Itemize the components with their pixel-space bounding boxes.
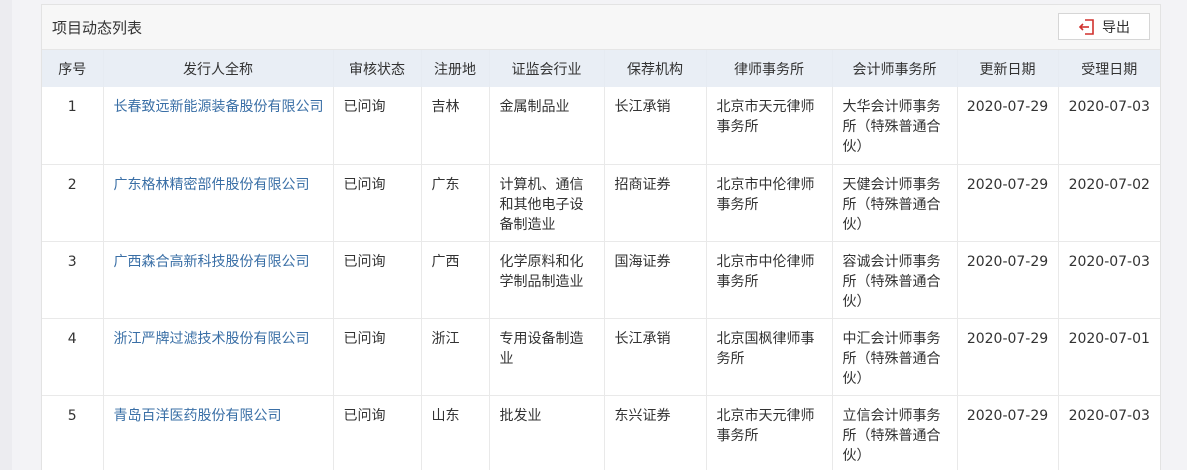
cell-industry: 化学原料和化学制品制造业 bbox=[489, 241, 605, 319]
col-header-law-firm[interactable]: 律师事务所 bbox=[706, 50, 833, 87]
cell-index: 1 bbox=[42, 87, 104, 165]
issuer-link[interactable]: 青岛百洋医药股份有限公司 bbox=[114, 408, 282, 424]
cell-industry: 计算机、通信和其他电子设备制造业 bbox=[489, 164, 605, 242]
table-row: 3 广西森合高新科技股份有限公司 已问询 广西 化学原料和化学制品制造业 国海证… bbox=[42, 241, 1160, 319]
cell-status: 已问询 bbox=[333, 164, 422, 242]
project-list-panel: 项目动态列表 导出 序号 发行人全称 审核状态 注册地 证监会行业 保荐机构 律… bbox=[41, 4, 1161, 470]
issuer-link[interactable]: 浙江严牌过滤技术股份有限公司 bbox=[114, 331, 310, 347]
cell-sponsor: 招商证券 bbox=[604, 164, 707, 242]
sidebar-strip bbox=[0, 0, 12, 470]
cell-issuer: 青岛百洋医药股份有限公司 bbox=[103, 395, 334, 470]
cell-updated-date: 2020-07-29 bbox=[957, 318, 1059, 396]
cell-sponsor: 东兴证券 bbox=[604, 395, 707, 470]
cell-accounting-firm: 天健会计师事务所（特殊普通合伙） bbox=[832, 164, 958, 242]
cell-issuer: 广西森合高新科技股份有限公司 bbox=[103, 241, 334, 319]
cell-accounting-firm: 立信会计师事务所（特殊普通合伙） bbox=[832, 395, 958, 470]
cell-updated-date: 2020-07-29 bbox=[957, 87, 1059, 165]
table-header-row: 序号 发行人全称 审核状态 注册地 证监会行业 保荐机构 律师事务所 会计师事务… bbox=[42, 50, 1160, 87]
cell-accepted-date: 2020-07-03 bbox=[1058, 87, 1160, 165]
cell-industry: 专用设备制造业 bbox=[489, 318, 605, 396]
export-icon bbox=[1078, 18, 1096, 36]
cell-industry: 批发业 bbox=[489, 395, 605, 470]
cell-sponsor: 国海证券 bbox=[604, 241, 707, 319]
cell-accepted-date: 2020-07-03 bbox=[1058, 395, 1160, 470]
cell-index: 3 bbox=[42, 241, 104, 319]
col-header-index[interactable]: 序号 bbox=[42, 50, 104, 87]
col-header-updated-date[interactable]: 更新日期 bbox=[957, 50, 1059, 87]
col-header-region[interactable]: 注册地 bbox=[421, 50, 490, 87]
col-header-issuer[interactable]: 发行人全称 bbox=[103, 50, 334, 87]
cell-index: 4 bbox=[42, 318, 104, 396]
cell-law-firm: 北京国枫律师事务所 bbox=[706, 318, 833, 396]
cell-accepted-date: 2020-07-01 bbox=[1058, 318, 1160, 396]
cell-status: 已问询 bbox=[333, 87, 422, 165]
export-label: 导出 bbox=[1102, 19, 1130, 36]
cell-accepted-date: 2020-07-02 bbox=[1058, 164, 1160, 242]
cell-region: 广东 bbox=[421, 164, 490, 242]
table-row: 1 长春致远新能源装备股份有限公司 已问询 吉林 金属制品业 长江承销 北京市天… bbox=[42, 87, 1160, 165]
cell-region: 浙江 bbox=[421, 318, 490, 396]
issuer-link[interactable]: 广西森合高新科技股份有限公司 bbox=[114, 254, 310, 270]
cell-sponsor: 长江承销 bbox=[604, 87, 707, 165]
col-header-accepted-date[interactable]: 受理日期 bbox=[1058, 50, 1160, 87]
cell-law-firm: 北京市中伦律师事务所 bbox=[706, 241, 833, 319]
panel-header: 项目动态列表 导出 bbox=[42, 5, 1160, 50]
table-row: 2 广东格林精密部件股份有限公司 已问询 广东 计算机、通信和其他电子设备制造业… bbox=[42, 164, 1160, 242]
table-row: 5 青岛百洋医药股份有限公司 已问询 山东 批发业 东兴证券 北京市天元律师事务… bbox=[42, 395, 1160, 470]
col-header-industry[interactable]: 证监会行业 bbox=[489, 50, 605, 87]
col-header-accounting-firm[interactable]: 会计师事务所 bbox=[832, 50, 958, 87]
panel-title: 项目动态列表 bbox=[52, 19, 143, 37]
table-row: 4 浙江严牌过滤技术股份有限公司 已问询 浙江 专用设备制造业 长江承销 北京国… bbox=[42, 318, 1160, 396]
cell-region: 山东 bbox=[421, 395, 490, 470]
cell-index: 2 bbox=[42, 164, 104, 242]
col-header-sponsor[interactable]: 保荐机构 bbox=[604, 50, 707, 87]
cell-issuer: 广东格林精密部件股份有限公司 bbox=[103, 164, 334, 242]
cell-accepted-date: 2020-07-03 bbox=[1058, 241, 1160, 319]
issuer-link[interactable]: 广东格林精密部件股份有限公司 bbox=[114, 177, 310, 193]
cell-issuer: 长春致远新能源装备股份有限公司 bbox=[103, 87, 334, 165]
cell-region: 吉林 bbox=[421, 87, 490, 165]
cell-updated-date: 2020-07-29 bbox=[957, 164, 1059, 242]
cell-issuer: 浙江严牌过滤技术股份有限公司 bbox=[103, 318, 334, 396]
col-header-status[interactable]: 审核状态 bbox=[333, 50, 422, 87]
cell-sponsor: 长江承销 bbox=[604, 318, 707, 396]
cell-updated-date: 2020-07-29 bbox=[957, 241, 1059, 319]
cell-status: 已问询 bbox=[333, 241, 422, 319]
cell-law-firm: 北京市天元律师事务所 bbox=[706, 395, 833, 470]
project-table: 序号 发行人全称 审核状态 注册地 证监会行业 保荐机构 律师事务所 会计师事务… bbox=[42, 50, 1160, 470]
cell-accounting-firm: 容诚会计师事务所（特殊普通合伙） bbox=[832, 241, 958, 319]
issuer-link[interactable]: 长春致远新能源装备股份有限公司 bbox=[114, 99, 324, 115]
cell-updated-date: 2020-07-29 bbox=[957, 395, 1059, 470]
cell-law-firm: 北京市中伦律师事务所 bbox=[706, 164, 833, 242]
cell-accounting-firm: 中汇会计师事务所（特殊普通合伙） bbox=[832, 318, 958, 396]
cell-region: 广西 bbox=[421, 241, 490, 319]
cell-status: 已问询 bbox=[333, 395, 422, 470]
cell-accounting-firm: 大华会计师事务所（特殊普通合伙） bbox=[832, 87, 958, 165]
cell-index: 5 bbox=[42, 395, 104, 470]
cell-law-firm: 北京市天元律师事务所 bbox=[706, 87, 833, 165]
cell-industry: 金属制品业 bbox=[489, 87, 605, 165]
cell-status: 已问询 bbox=[333, 318, 422, 396]
export-button[interactable]: 导出 bbox=[1058, 13, 1150, 40]
